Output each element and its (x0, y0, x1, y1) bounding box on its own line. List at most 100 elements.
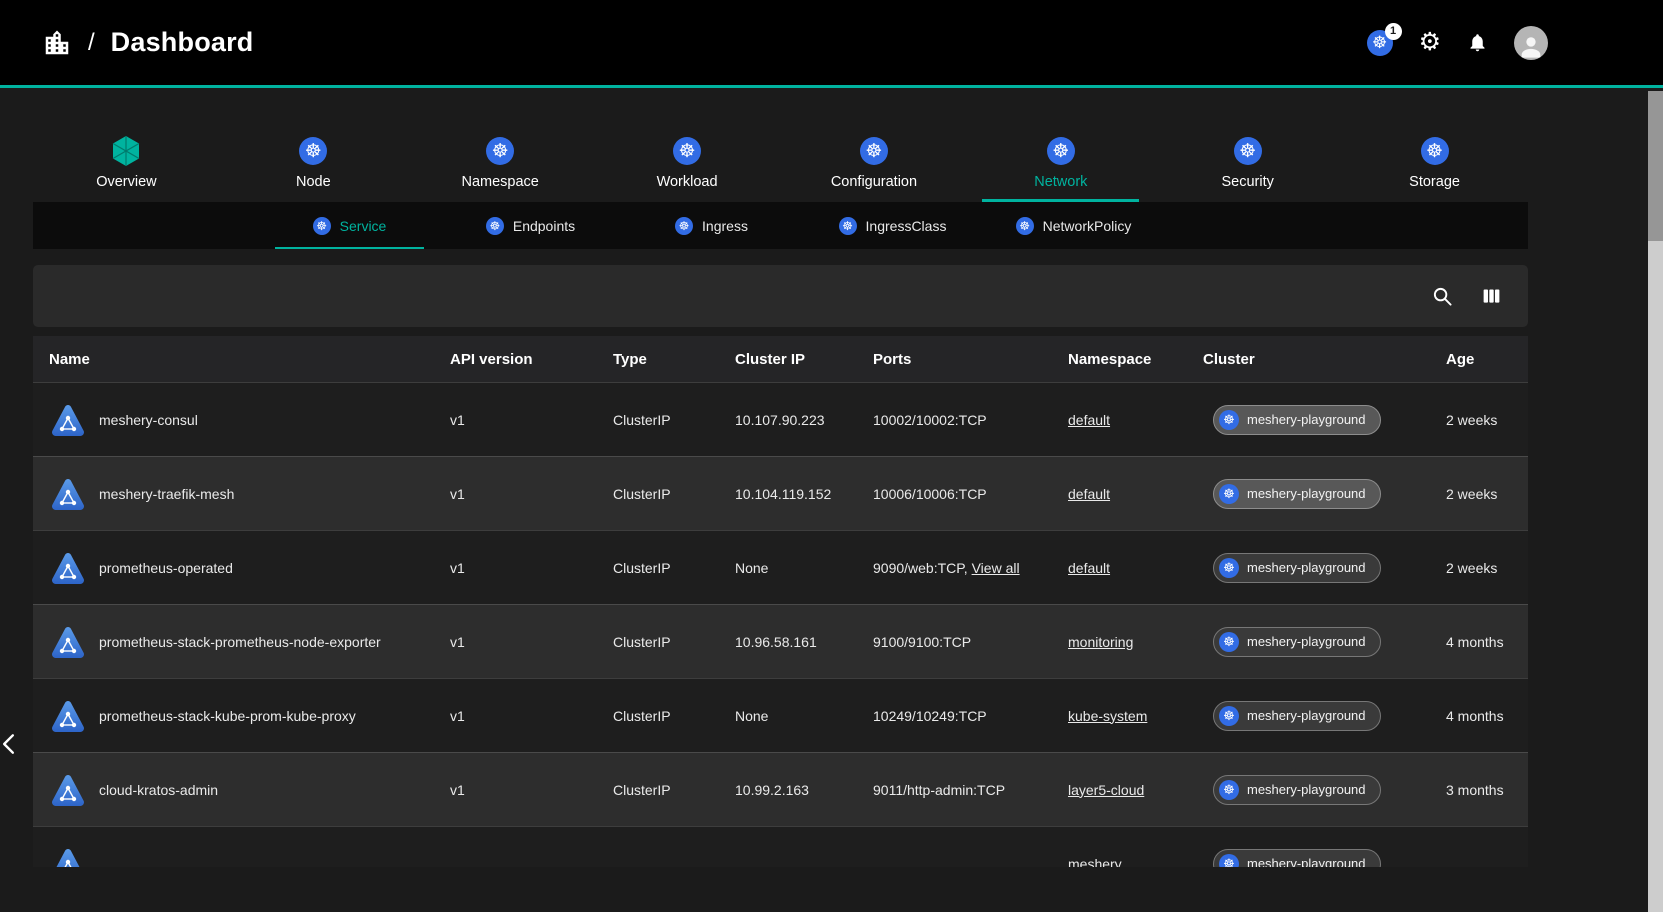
kubernetes-service-icon (49, 845, 87, 868)
tab-label: Network (1034, 174, 1087, 190)
breadcrumb: / Dashboard (42, 27, 254, 58)
namespace-link[interactable]: default (1068, 560, 1110, 576)
view-columns-icon[interactable] (1481, 286, 1502, 307)
subtab-label: IngressClass (866, 218, 947, 234)
namespace-link[interactable]: monitoring (1068, 634, 1133, 650)
column-header-type[interactable]: Type (597, 351, 719, 368)
resource-category-tabs: Overview ☸ Node ☸ Namespace ☸ Workload ☸… (33, 128, 1528, 202)
tab-namespace[interactable]: ☸ Namespace (407, 128, 594, 202)
page-title: Dashboard (111, 27, 254, 58)
table-row[interactable]: meshery-consul v1 ClusterIP 10.107.90.22… (33, 382, 1528, 456)
cluster-chip[interactable]: ☸meshery-playground (1213, 849, 1381, 868)
ports-value: 9090/web:TCP, (873, 560, 968, 576)
namespace-link[interactable]: default (1068, 486, 1110, 502)
collapse-drawer-chevron-icon[interactable] (2, 732, 20, 756)
table-row[interactable]: prometheus-stack-kube-prom-kube-proxy v1… (33, 678, 1528, 752)
kubernetes-icon: ☸ (675, 217, 693, 235)
tab-configuration[interactable]: ☸ Configuration (781, 128, 968, 202)
tab-network[interactable]: ☸ Network (967, 128, 1154, 202)
settings-gear-icon[interactable]: ⚙ (1419, 30, 1441, 55)
tab-storage[interactable]: ☸ Storage (1341, 128, 1528, 202)
table-header-row: Name API version Type Cluster IP Ports N… (33, 336, 1528, 382)
cluster-chip[interactable]: ☸meshery-playground (1213, 405, 1381, 435)
subtab-networkpolicy[interactable]: ☸ NetworkPolicy (983, 202, 1164, 249)
column-header-cluster-ip[interactable]: Cluster IP (719, 351, 857, 368)
tab-overview[interactable]: Overview (33, 128, 220, 202)
column-header-api-version[interactable]: API version (434, 351, 597, 368)
column-header-name[interactable]: Name (33, 351, 434, 368)
search-icon[interactable] (1432, 286, 1453, 307)
age-cell: 4 months (1430, 708, 1528, 724)
cluster-chip[interactable]: ☸ meshery-playground (1213, 479, 1381, 509)
api-version-cell: v1 (434, 560, 597, 576)
tab-node[interactable]: ☸ Node (220, 128, 407, 202)
table-row[interactable]: cloud-kratos-admin v1 ClusterIP 10.99.2.… (33, 752, 1528, 826)
header-actions: ☸ 1 ⚙ (1367, 26, 1548, 60)
notifications-bell-icon[interactable] (1467, 31, 1488, 54)
context-count-badge: 1 (1385, 23, 1402, 40)
column-header-cluster[interactable]: Cluster (1187, 351, 1430, 368)
cluster-cell: ☸meshery-playground (1187, 553, 1430, 583)
cluster-cell: ☸meshery-playground (1187, 775, 1430, 805)
kubernetes-icon: ☸ (1219, 706, 1239, 726)
app-header: / Dashboard ☸ 1 ⚙ (0, 0, 1663, 88)
cluster-ip-cell: 10.107.90.223 (719, 412, 857, 428)
column-header-age[interactable]: Age (1430, 351, 1528, 368)
ports-cell: 9100/9100:TCP (857, 634, 1052, 650)
namespace-link[interactable]: layer5-cloud (1068, 782, 1144, 798)
namespace-cell: meshery (1052, 856, 1187, 868)
type-cell: ClusterIP (597, 708, 719, 724)
kubernetes-context-switcher[interactable]: ☸ 1 (1367, 30, 1393, 56)
namespace-link[interactable]: kube-system (1068, 708, 1147, 724)
scrollbar-thumb[interactable] (1648, 91, 1663, 241)
namespace-cell: monitoring (1052, 634, 1187, 650)
cluster-chip[interactable]: ☸meshery-playground (1213, 775, 1381, 805)
ports-value: 10249/10249:TCP (873, 708, 987, 724)
tab-label: Workload (657, 174, 718, 190)
subtab-label: Ingress (702, 218, 748, 234)
table-body: meshery-consul v1 ClusterIP 10.107.90.22… (33, 382, 1528, 867)
kubernetes-icon: ☸ (673, 137, 701, 165)
name-cell: prometheus-stack-kube-prom-kube-proxy (33, 697, 434, 735)
vertical-scrollbar[interactable] (1648, 91, 1663, 912)
api-version-cell: v1 (434, 634, 597, 650)
column-header-ports[interactable]: Ports (857, 351, 1052, 368)
type-cell: ClusterIP (597, 634, 719, 650)
ports-value: 9011/http-admin:TCP (873, 782, 1005, 798)
view-all-link[interactable]: View all (972, 560, 1020, 576)
name-cell: prometheus-operated (33, 549, 434, 587)
subtab-ingressclass[interactable]: ☸ IngressClass (802, 202, 983, 249)
namespace-link[interactable]: default (1068, 412, 1110, 428)
user-avatar[interactable] (1514, 26, 1548, 60)
table-row[interactable]: meshery ☸meshery-playground (33, 826, 1528, 867)
table-row[interactable]: prometheus-stack-prometheus-node-exporte… (33, 604, 1528, 678)
kubernetes-icon: ☸ (1219, 558, 1239, 578)
cluster-chip[interactable]: ☸meshery-playground (1213, 701, 1381, 731)
api-version-cell: v1 (434, 782, 597, 798)
cluster-name: meshery-playground (1247, 486, 1366, 501)
table-row[interactable]: meshery-traefik-mesh v1 ClusterIP 10.104… (33, 456, 1528, 530)
subtab-service[interactable]: ☸ Service (259, 202, 440, 249)
cluster-chip[interactable]: ☸meshery-playground (1213, 553, 1381, 583)
tab-workload[interactable]: ☸ Workload (594, 128, 781, 202)
subtab-endpoints[interactable]: ☸ Endpoints (440, 202, 621, 249)
type-cell: ClusterIP (597, 782, 719, 798)
namespace-link[interactable]: meshery (1068, 856, 1122, 868)
cluster-ip-cell: None (719, 560, 857, 576)
service-name: meshery-consul (99, 412, 198, 428)
namespace-cell: kube-system (1052, 708, 1187, 724)
tab-security[interactable]: ☸ Security (1154, 128, 1341, 202)
cluster-chip[interactable]: ☸meshery-playground (1213, 627, 1381, 657)
kubernetes-icon: ☸ (313, 217, 331, 235)
kubernetes-icon: ☸ (299, 137, 327, 165)
table-row[interactable]: prometheus-operated v1 ClusterIP None 90… (33, 530, 1528, 604)
ports-cell: 10002/10002:TCP (857, 412, 1052, 428)
kubernetes-service-icon (49, 475, 87, 513)
ports-cell: 10006/10006:TCP (857, 486, 1052, 502)
subtab-ingress[interactable]: ☸ Ingress (621, 202, 802, 249)
meshery-hexagon-icon (109, 136, 143, 166)
tab-label: Overview (96, 174, 156, 190)
type-cell: ClusterIP (597, 412, 719, 428)
kubernetes-icon: ☸ (1219, 484, 1239, 504)
column-header-namespace[interactable]: Namespace (1052, 351, 1187, 368)
